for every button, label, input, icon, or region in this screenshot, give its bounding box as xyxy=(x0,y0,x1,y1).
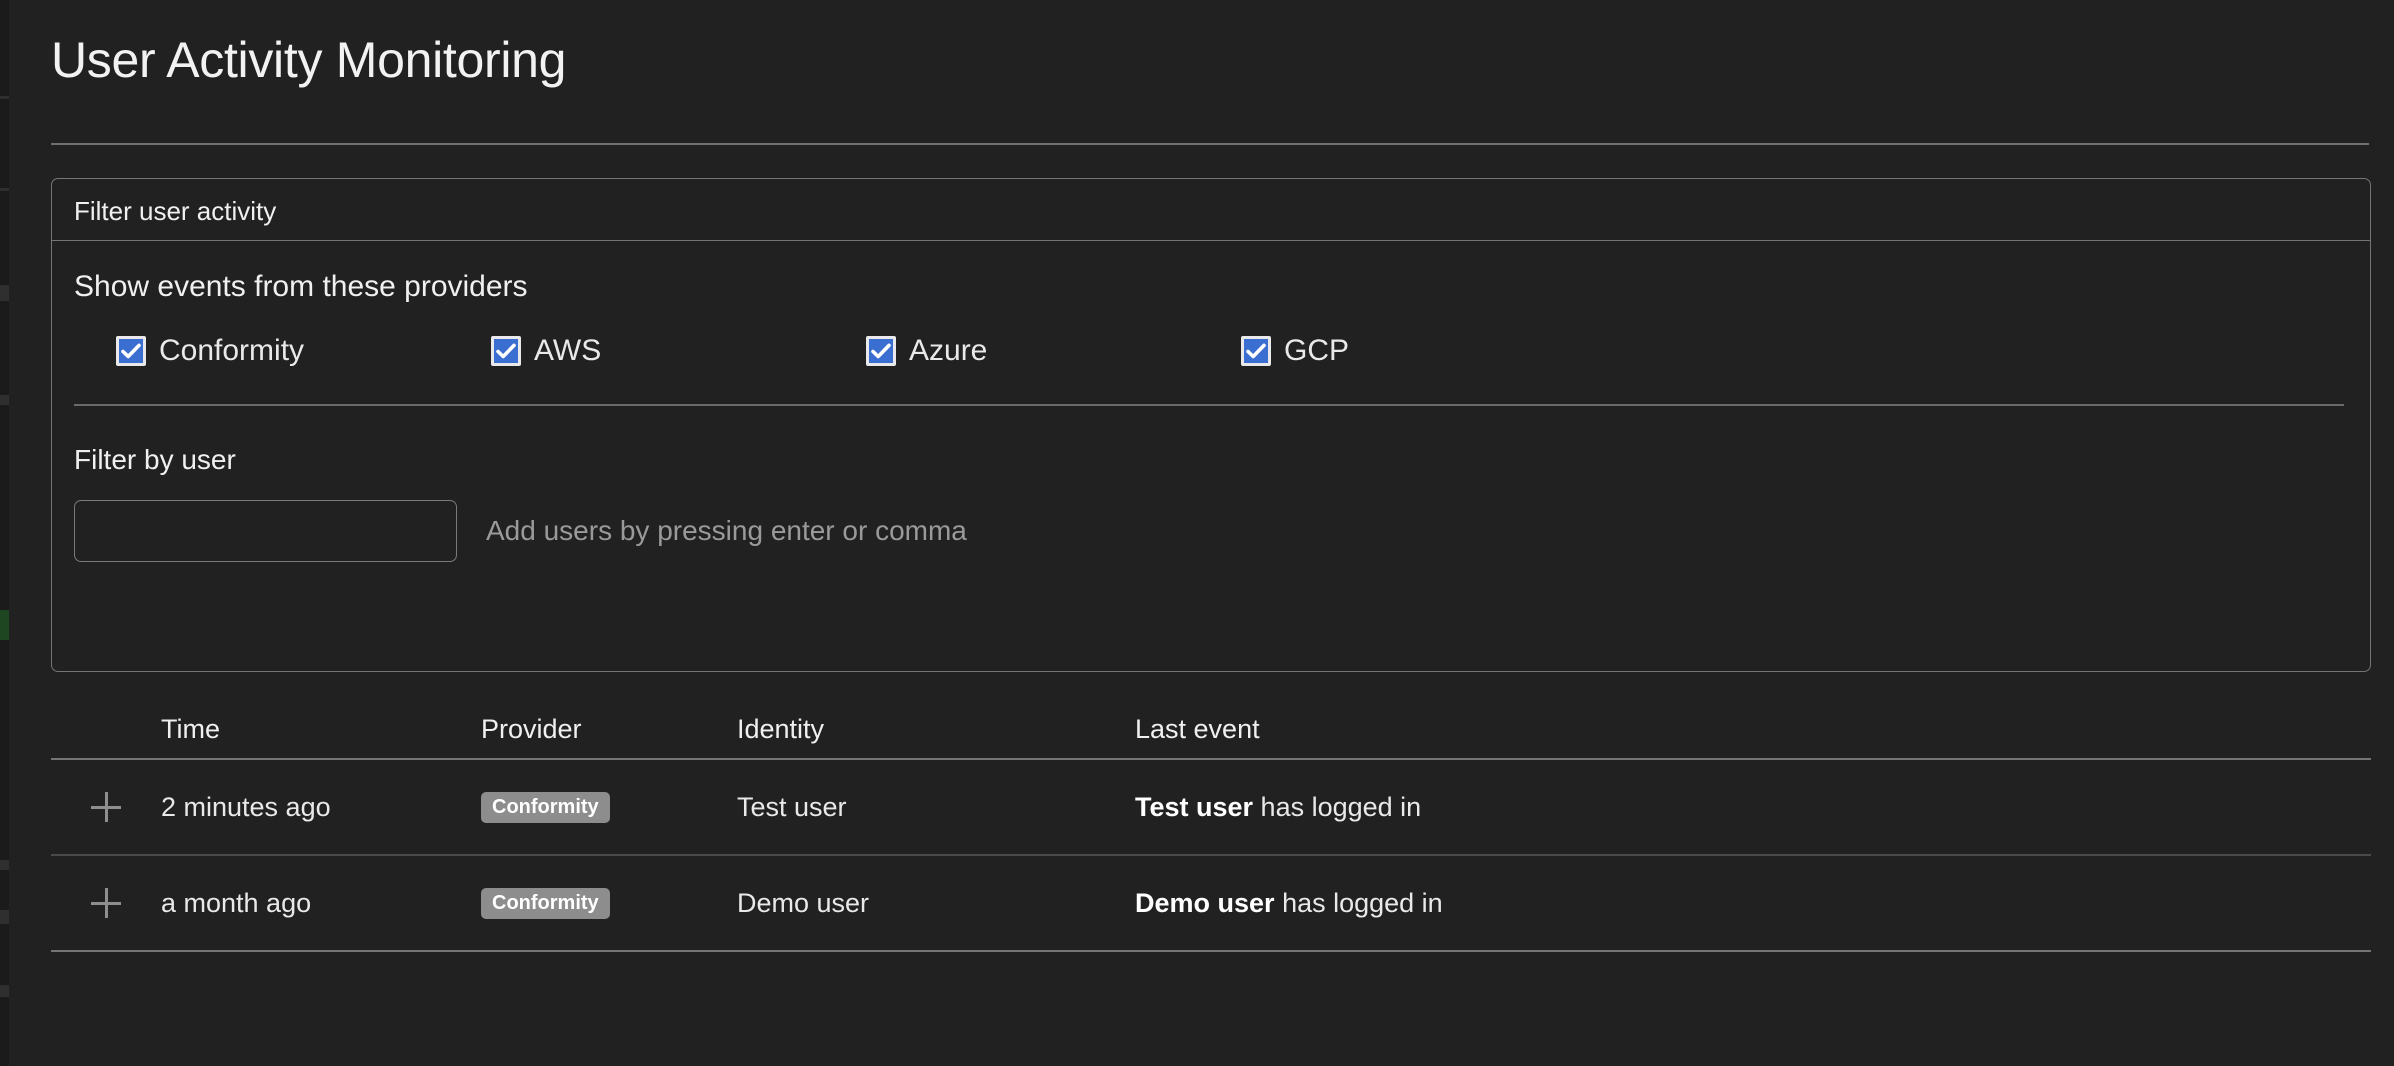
filter-by-user-input[interactable] xyxy=(74,500,457,562)
cell-provider: Conformity xyxy=(481,888,737,919)
provider-option-azure[interactable]: Azure xyxy=(866,329,987,373)
provider-checkbox-group: Conformity AWS xyxy=(74,329,2344,373)
checkbox-checked-icon[interactable] xyxy=(491,336,521,366)
filter-card-title: Filter user activity xyxy=(74,196,276,227)
cell-last-event: Demo user has logged in xyxy=(1135,888,2371,919)
page-content: User Activity Monitoring Filter user act… xyxy=(9,0,2394,1066)
filter-by-user-hint: Add users by pressing enter or comma xyxy=(486,515,967,547)
sidebar-strip-mark xyxy=(0,860,9,870)
filter-by-user-label: Filter by user xyxy=(74,444,236,476)
provider-option-aws[interactable]: AWS xyxy=(491,329,601,373)
plus-icon[interactable] xyxy=(91,888,121,918)
column-header-last-event: Last event xyxy=(1135,714,2371,745)
last-event-description: has logged in xyxy=(1253,792,1421,822)
sidebar-strip-active-mark xyxy=(0,610,9,640)
checkbox-checked-icon[interactable] xyxy=(1241,336,1271,366)
provider-label: Azure xyxy=(909,334,987,368)
cell-provider: Conformity xyxy=(481,792,737,823)
column-header-provider: Provider xyxy=(481,714,737,745)
cell-identity: Demo user xyxy=(737,888,1135,919)
plus-icon[interactable] xyxy=(91,792,121,822)
filter-card-body: Show events from these providers Conform… xyxy=(52,241,2370,671)
cell-time: 2 minutes ago xyxy=(161,792,481,823)
user-activity-monitoring-page: User Activity Monitoring Filter user act… xyxy=(0,0,2394,1066)
collapsed-sidebar-strip[interactable] xyxy=(0,0,9,1066)
expand-row-button[interactable] xyxy=(51,888,161,918)
expand-row-button[interactable] xyxy=(51,792,161,822)
provider-option-gcp[interactable]: GCP xyxy=(1241,329,1349,373)
sidebar-strip-mark xyxy=(0,985,9,997)
provider-label: AWS xyxy=(534,334,601,368)
cell-last-event: Test user has logged in xyxy=(1135,792,2371,823)
cell-identity: Test user xyxy=(737,792,1135,823)
page-title: User Activity Monitoring xyxy=(51,30,566,90)
table-row[interactable]: 2 minutes ago Conformity Test user Test … xyxy=(51,760,2371,856)
provider-label: Conformity xyxy=(159,334,304,368)
sidebar-strip-mark xyxy=(0,285,9,301)
filter-card-inner-divider xyxy=(74,404,2344,406)
sidebar-strip-mark xyxy=(0,395,9,405)
last-event-description: has logged in xyxy=(1275,888,1443,918)
providers-label: Show events from these providers xyxy=(74,270,528,304)
checkbox-checked-icon[interactable] xyxy=(116,336,146,366)
title-divider xyxy=(51,143,2369,145)
provider-badge: Conformity xyxy=(481,792,610,823)
column-header-identity: Identity xyxy=(737,714,1135,745)
checkbox-checked-icon[interactable] xyxy=(866,336,896,366)
last-event-subject: Test user xyxy=(1135,792,1253,822)
table-header-row: Time Provider Identity Last event xyxy=(51,700,2371,760)
user-activity-table: Time Provider Identity Last event 2 minu… xyxy=(51,700,2371,952)
sidebar-strip-mark xyxy=(0,96,9,99)
cell-time: a month ago xyxy=(161,888,481,919)
filter-user-activity-card: Filter user activity Show events from th… xyxy=(51,178,2371,672)
column-header-time: Time xyxy=(161,714,481,745)
sidebar-strip-mark xyxy=(0,910,9,924)
filter-card-header: Filter user activity xyxy=(52,179,2370,241)
sidebar-strip-mark xyxy=(0,188,9,191)
provider-badge: Conformity xyxy=(481,888,610,919)
provider-option-conformity[interactable]: Conformity xyxy=(116,329,304,373)
last-event-subject: Demo user xyxy=(1135,888,1275,918)
provider-label: GCP xyxy=(1284,334,1349,368)
table-row[interactable]: a month ago Conformity Demo user Demo us… xyxy=(51,856,2371,952)
